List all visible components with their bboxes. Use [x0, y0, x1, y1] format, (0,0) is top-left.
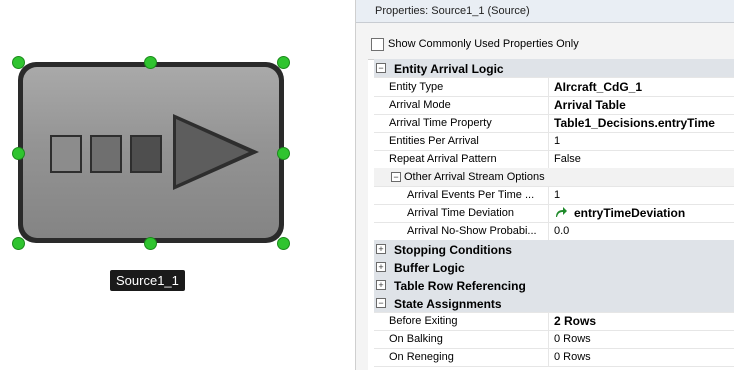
collapse-icon[interactable]: − [376, 63, 386, 73]
property-value[interactable]: 1 [554, 135, 560, 147]
property-row-arrival-time-deviation[interactable]: Arrival Time Deviation entryTimeDeviatio… [374, 204, 734, 223]
property-name: Repeat Arrival Pattern [389, 153, 497, 165]
expand-icon[interactable]: + [376, 262, 386, 272]
property-value[interactable]: False [554, 153, 581, 165]
resize-handle-top-left[interactable] [12, 56, 25, 69]
property-row-arrival-no-show-probability[interactable]: Arrival No-Show Probabi... 0.0 [374, 222, 734, 241]
common-only-checkbox[interactable] [371, 38, 384, 51]
resize-handle-bottom-left[interactable] [12, 237, 25, 250]
model-canvas[interactable]: Source1_1 [0, 0, 355, 370]
resize-handle-top[interactable] [144, 56, 157, 69]
expand-icon[interactable]: + [376, 244, 386, 254]
property-value[interactable]: 0 Rows [554, 351, 591, 363]
entity-square-icon [50, 135, 82, 173]
collapse-icon[interactable]: − [376, 298, 386, 308]
property-row-arrival-events-per-time[interactable]: Arrival Events Per Time ... 1 [374, 186, 734, 205]
property-name: Arrival Mode [389, 99, 451, 111]
expand-icon[interactable]: + [376, 280, 386, 290]
panel-title-bar: Properties: Source1_1 (Source) [356, 0, 734, 23]
common-properties-toggle[interactable]: Show Commonly Used Properties Only [356, 33, 734, 55]
entity-square-icon [90, 135, 122, 173]
properties-panel: Properties: Source1_1 (Source) Show Comm… [355, 0, 734, 371]
property-name: Arrival No-Show Probabi... [407, 225, 537, 237]
property-name: Entities Per Arrival [389, 135, 479, 147]
property-name: On Balking [389, 333, 443, 345]
property-value[interactable]: Table1_Decisions.entryTime [554, 116, 715, 130]
category-label: Stopping Conditions [394, 243, 512, 257]
property-row-arrival-mode[interactable]: Arrival Mode Arrival Table [374, 96, 734, 115]
property-name: Entity Type [389, 81, 444, 93]
category-label: Entity Arrival Logic [394, 62, 504, 76]
collapse-icon[interactable]: − [391, 172, 401, 182]
property-row-entity-type[interactable]: Entity Type AIrcraft_CdG_1 [374, 78, 734, 97]
property-name: Before Exiting [389, 315, 458, 327]
category-buffer-logic[interactable]: + Buffer Logic [374, 258, 734, 277]
property-row-on-reneging[interactable]: On Reneging 0 Rows [374, 348, 734, 367]
object-name-label[interactable]: Source1_1 [110, 270, 185, 291]
property-row-repeat-arrival-pattern[interactable]: Repeat Arrival Pattern False [374, 150, 734, 169]
source-object[interactable] [18, 62, 284, 243]
property-value[interactable]: AIrcraft_CdG_1 [554, 80, 642, 94]
category-stopping-conditions[interactable]: + Stopping Conditions [374, 240, 734, 259]
resize-handle-bottom-right[interactable] [277, 237, 290, 250]
reference-arrow-icon [556, 207, 567, 217]
category-label: State Assignments [394, 297, 502, 311]
property-value[interactable]: 0.0 [554, 225, 569, 237]
property-name: Arrival Time Deviation [407, 207, 514, 219]
category-table-row-referencing[interactable]: + Table Row Referencing [374, 276, 734, 295]
property-row-before-exiting[interactable]: Before Exiting 2 Rows [374, 312, 734, 331]
category-entity-arrival-logic[interactable]: − Entity Arrival Logic [374, 59, 734, 78]
resize-handle-left[interactable] [12, 147, 25, 160]
property-value-text: entryTimeDeviation [574, 206, 686, 220]
property-value[interactable]: 1 [554, 189, 560, 201]
property-value[interactable]: entryTimeDeviation [554, 206, 685, 220]
property-name: Arrival Events Per Time ... [407, 189, 535, 201]
subcategory-label: Other Arrival Stream Options [404, 171, 545, 183]
play-arrow-icon [173, 114, 259, 190]
panel-title: Properties: Source1_1 (Source) [375, 5, 530, 17]
category-label: Table Row Referencing [394, 279, 526, 293]
property-row-arrival-time-property[interactable]: Arrival Time Property Table1_Decisions.e… [374, 114, 734, 133]
category-label: Buffer Logic [394, 261, 465, 275]
property-value[interactable]: Arrival Table [554, 98, 626, 112]
property-name: On Reneging [389, 351, 454, 363]
common-only-label: Show Commonly Used Properties Only [388, 38, 579, 50]
subcategory-other-arrival-stream-options[interactable]: − Other Arrival Stream Options [374, 168, 734, 187]
resize-handle-right[interactable] [277, 147, 290, 160]
resize-handle-top-right[interactable] [277, 56, 290, 69]
property-value[interactable]: 0 Rows [554, 333, 591, 345]
property-row-entities-per-arrival[interactable]: Entities Per Arrival 1 [374, 132, 734, 151]
category-state-assignments[interactable]: − State Assignments [374, 294, 734, 313]
property-value[interactable]: 2 Rows [554, 314, 596, 328]
property-row-on-balking[interactable]: On Balking 0 Rows [374, 330, 734, 349]
resize-handle-bottom[interactable] [144, 237, 157, 250]
source-object-body [23, 67, 279, 238]
property-name: Arrival Time Property [389, 117, 492, 129]
entity-square-icon [130, 135, 162, 173]
